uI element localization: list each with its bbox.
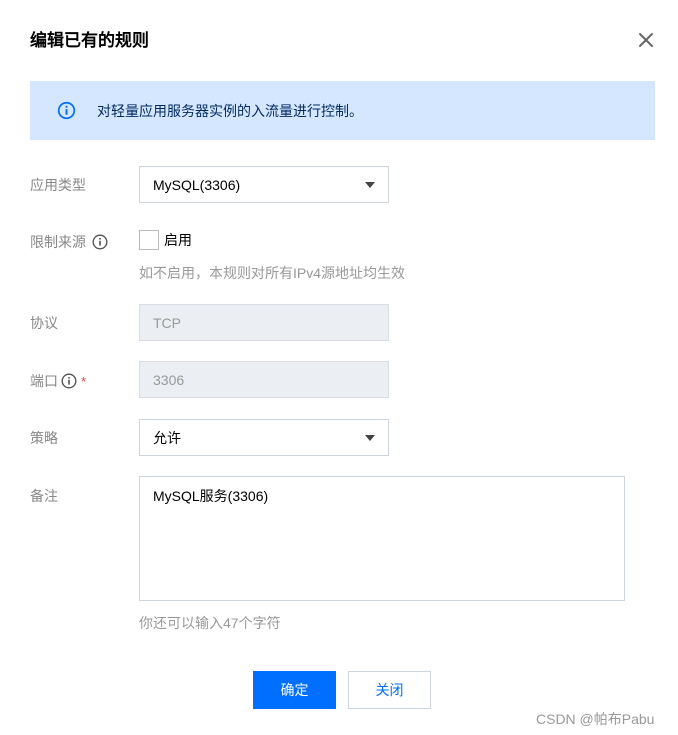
limit-source-checkbox-label: 启用 [164, 232, 192, 248]
app-type-value: MySQL(3306) [153, 176, 241, 193]
close-icon[interactable] [634, 28, 658, 52]
policy-select[interactable]: 允许 [139, 419, 389, 456]
app-type-label: 应用类型 [30, 177, 86, 193]
watermark: CSDN @帕布Pabu [536, 711, 655, 727]
dialog-title: 编辑已有的规则 [30, 31, 149, 50]
info-icon [57, 101, 76, 120]
info-icon[interactable] [92, 234, 108, 250]
required-mark: * [81, 373, 87, 389]
port-label: 端口 * [30, 373, 87, 389]
protocol-label: 协议 [30, 315, 58, 331]
notice-text: 对轻量应用服务器实例的入流量进行控制。 [97, 102, 363, 119]
confirm-button[interactable]: 确定 [253, 671, 336, 709]
remark-textarea[interactable] [139, 476, 625, 601]
limit-source-hint: 如不启用，本规则对所有IPv4源地址均生效 [139, 265, 406, 281]
info-icon[interactable] [61, 373, 77, 389]
remark-label: 备注 [30, 488, 58, 504]
limit-source-label: 限制来源 [30, 232, 108, 252]
edit-rule-dialog: 编辑已有的规则 对轻量应用服务器实例的入流量进行控制。 应用类型 MySQL(3… [0, 0, 678, 735]
info-notice: 对轻量应用服务器实例的入流量进行控制。 [30, 81, 655, 140]
app-type-select[interactable]: MySQL(3306) [139, 166, 389, 203]
close-button[interactable]: 关闭 [348, 671, 431, 709]
chevron-down-icon [365, 182, 375, 188]
policy-label: 策略 [30, 430, 58, 446]
protocol-input: TCP [139, 304, 389, 341]
chevron-down-icon [365, 435, 375, 441]
limit-source-checkbox-row[interactable]: 启用 [139, 230, 192, 250]
remark-char-hint: 你还可以输入47个字符 [139, 615, 281, 631]
limit-source-checkbox[interactable] [139, 230, 159, 250]
port-input: 3306 [139, 361, 389, 398]
policy-value: 允许 [153, 429, 181, 446]
